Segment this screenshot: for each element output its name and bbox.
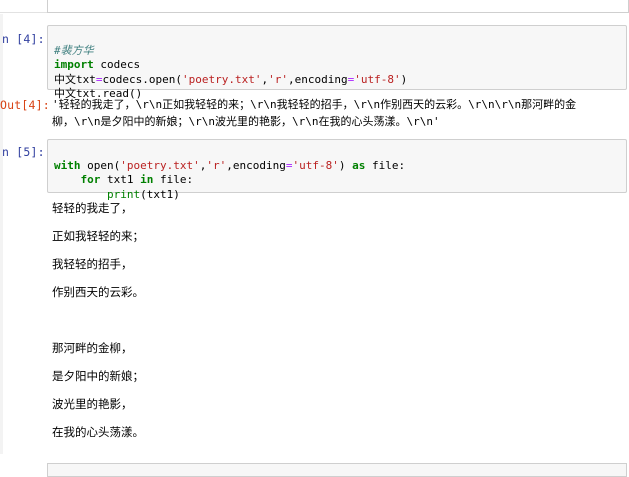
code-comment: #裴方华 (54, 43, 94, 57)
cell-4-input-area[interactable]: #裴方华 import codecs 中文txt=codecs.open('po… (47, 25, 627, 100)
print-output-line-6: 那河畔的金柳， (52, 341, 133, 355)
cell-4-out-prompt: Out[4]: (0, 98, 50, 112)
previous-cell-bottom-edge[interactable] (47, 0, 629, 13)
keyword-as: as (352, 158, 366, 172)
keyword-import: import (54, 58, 94, 71)
code-string: 'utf-8' (292, 158, 339, 172)
code-string: 'r' (268, 72, 288, 86)
code-text: 中文txt (54, 72, 96, 86)
print-output-line-7: 是夕阳中的新娘； (52, 369, 144, 383)
cell-4-code: #裴方华 import codecs 中文txt=codecs.open('po… (54, 29, 407, 102)
code-text: codecs (93, 58, 141, 71)
print-output-line-9: 在我的心头荡漾。 (52, 425, 144, 439)
print-output-line-2: 正如我轻轻的来； (52, 229, 144, 243)
code-text: open( (80, 158, 121, 172)
cell-5-in-prompt: n [5]: (2, 145, 45, 159)
builtin-print: print (106, 187, 141, 201)
cell-5-input-area[interactable]: with open('poetry.txt','r',encoding='utf… (47, 139, 627, 201)
cell-4-output[interactable]: '轻轻的我走了，\r\n正如我轻轻的来；\r\n我轻轻的招手，\r\n作别西天的… (52, 96, 576, 130)
cell-5-code: with open('poetry.txt','r',encoding='utf… (54, 144, 405, 202)
selection-gutter (0, 14, 3, 454)
next-cell-input-area[interactable] (47, 463, 627, 477)
output-line: 柳，\r\n是夕阳中的新娘；\r\n波光里的艳影，\r\n在我的心头荡漾。\r\… (52, 115, 440, 128)
code-string: 'utf-8' (354, 72, 401, 86)
keyword-with: with (54, 158, 81, 172)
print-output-line-4: 作别西天的云彩。 (52, 285, 144, 299)
code-text: codecs.open( (102, 72, 182, 86)
keyword-for: for (80, 173, 101, 186)
code-text: ) (338, 158, 353, 172)
code-operator: = (95, 72, 103, 86)
code-string: 'poetry.txt' (120, 158, 200, 172)
keyword-in: in (140, 173, 154, 186)
code-text: txt1 (100, 173, 141, 186)
code-string: 'poetry.txt' (181, 72, 262, 86)
output-line: '轻轻的我走了，\r\n正如我轻轻的来；\r\n我轻轻的招手，\r\n作别西天的… (52, 98, 577, 111)
cell-4-in-prompt: n [4]: (2, 32, 45, 46)
code-text: (txt1) (140, 187, 180, 201)
code-text: ) (400, 72, 408, 86)
code-text: ,encoding (287, 72, 348, 86)
print-output-line-8: 波光里的艳影， (52, 397, 133, 411)
print-output-line-3: 我轻轻的招手， (52, 257, 133, 271)
code-text: file: (365, 158, 406, 172)
code-string: 'r' (206, 158, 227, 172)
code-text: file: (153, 173, 194, 186)
print-output-line-1: 轻轻的我走了， (52, 201, 133, 215)
code-text: ,encoding (226, 158, 286, 172)
